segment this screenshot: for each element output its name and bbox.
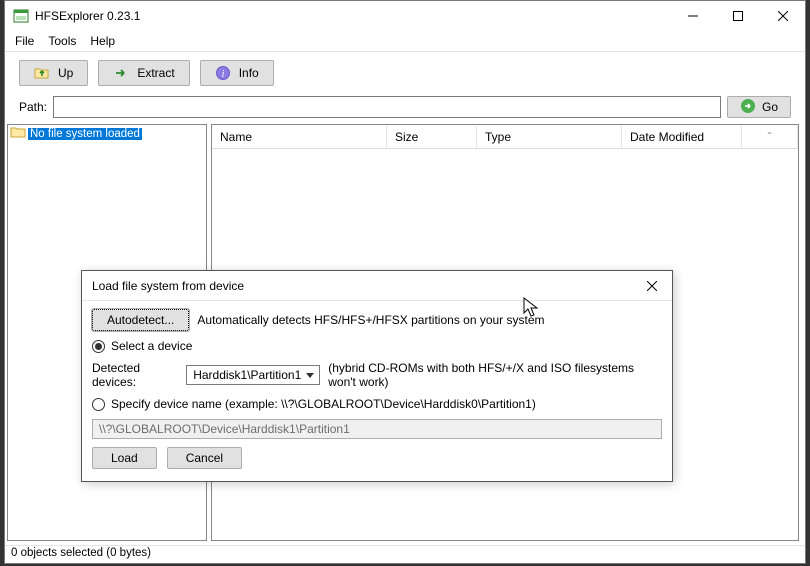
dialog-titlebar: Load file system from device [82,271,672,301]
up-button[interactable]: Up [19,60,88,86]
maximize-button[interactable] [715,1,760,31]
autodetect-help: Automatically detects HFS/HFS+/HFSX part… [197,313,544,327]
dialog-close-button[interactable] [632,272,672,300]
path-input[interactable] [53,96,721,118]
menubar: File Tools Help [5,31,805,52]
detected-devices-label: Detected devices: [92,361,178,389]
titlebar: HFSExplorer 0.23.1 [5,1,805,31]
specify-device-radio[interactable]: Specify device name (example: \\?\GLOBAL… [92,397,662,411]
info-button[interactable]: i Info [200,60,274,86]
extract-label: Extract [137,66,174,80]
toolbar: Up Extract i Info Path: [5,52,805,124]
col-sort[interactable]: ˆ [742,126,798,148]
dialog-title: Load file system from device [92,279,244,293]
detected-devices-value: Harddisk1\Partition1 [193,368,301,382]
load-label: Load [111,451,138,465]
extract-button[interactable]: Extract [98,60,189,86]
tree-root-label: No file system loaded [28,128,142,140]
tree-root-item[interactable]: No file system loaded [8,125,206,142]
go-button[interactable]: Go [727,96,791,118]
cancel-button[interactable]: Cancel [167,447,242,469]
app-icon [13,8,29,24]
specify-device-label: Specify device name (example: \\?\GLOBAL… [111,397,536,411]
menu-tools[interactable]: Tools [42,32,82,50]
load-device-dialog: Load file system from device Autodetect.… [81,270,673,482]
menu-file[interactable]: File [9,32,40,50]
info-label: Info [239,66,259,80]
close-button[interactable] [760,1,805,31]
go-label: Go [762,100,778,114]
device-name-input [92,419,662,439]
svg-text:i: i [221,69,224,80]
autodetect-label: Autodetect... [107,313,174,327]
load-button[interactable]: Load [92,447,157,469]
detected-devices-select[interactable]: Harddisk1\Partition1 [186,365,320,385]
folder-icon [10,125,26,142]
autodetect-button[interactable]: Autodetect... [92,309,189,331]
radio-icon-unchecked [92,398,105,411]
minimize-button[interactable] [670,1,715,31]
detected-devices-note: (hybrid CD-ROMs with both HFS/+/X and IS… [328,361,662,389]
list-header: Name Size Type Date Modified ˆ [212,125,798,149]
statusbar: 0 objects selected (0 bytes) [5,545,805,563]
select-device-radio[interactable]: Select a device [92,339,662,353]
col-type[interactable]: Type [477,126,622,148]
up-label: Up [58,66,73,80]
go-icon [740,98,756,117]
folder-up-icon [34,65,50,81]
cancel-label: Cancel [186,451,223,465]
path-label: Path: [19,100,47,114]
extract-icon [113,65,129,81]
select-device-label: Select a device [111,339,192,353]
info-icon: i [215,65,231,81]
menu-help[interactable]: Help [84,32,121,50]
radio-icon-checked [92,340,105,353]
col-size[interactable]: Size [387,126,477,148]
window-title: HFSExplorer 0.23.1 [35,9,140,23]
col-name[interactable]: Name [212,126,387,148]
col-date[interactable]: Date Modified [622,126,742,148]
